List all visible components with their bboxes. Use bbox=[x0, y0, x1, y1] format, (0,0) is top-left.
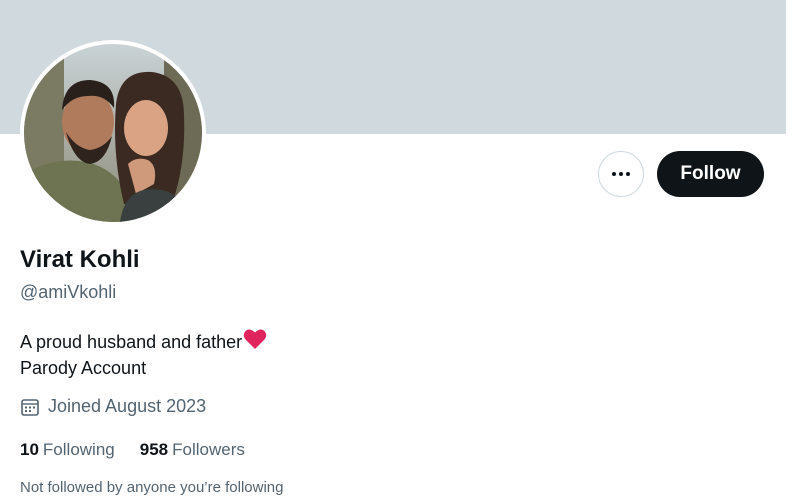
more-options-button[interactable] bbox=[598, 151, 644, 197]
follow-button[interactable]: Follow bbox=[657, 151, 764, 197]
joined-text: Joined August 2023 bbox=[48, 396, 207, 416]
scrollbar-track bbox=[786, 0, 800, 504]
profile-avatar[interactable] bbox=[20, 40, 206, 226]
bio-line-1: A proud husband and father bbox=[20, 328, 267, 355]
profile-name: Virat Kohli bbox=[20, 246, 140, 273]
heart-icon bbox=[243, 329, 267, 349]
profile-bio: A proud husband and father Parody Accoun… bbox=[20, 328, 267, 381]
profile-handle: @amiVkohli bbox=[20, 282, 117, 302]
followers-label: Followers bbox=[172, 440, 245, 459]
joined-date: Joined August 2023 bbox=[20, 396, 206, 417]
followers-count: 958 bbox=[139, 440, 169, 459]
calendar-icon bbox=[21, 398, 39, 416]
followers-link[interactable]: 958 Followers bbox=[140, 440, 245, 460]
follow-stats: 10 Following 958 Followers bbox=[20, 440, 245, 460]
following-label: Following bbox=[42, 440, 115, 459]
following-count: 10 bbox=[20, 440, 39, 459]
bio-line-2: Parody Account bbox=[20, 358, 147, 378]
avatar-photo bbox=[24, 44, 202, 222]
following-link[interactable]: 10 Following bbox=[20, 440, 115, 460]
more-horizontal-icon bbox=[612, 172, 630, 176]
bio-text: A proud husband and father bbox=[20, 332, 243, 352]
not-followed-notice: Not followed by anyone you’re following bbox=[20, 479, 284, 496]
